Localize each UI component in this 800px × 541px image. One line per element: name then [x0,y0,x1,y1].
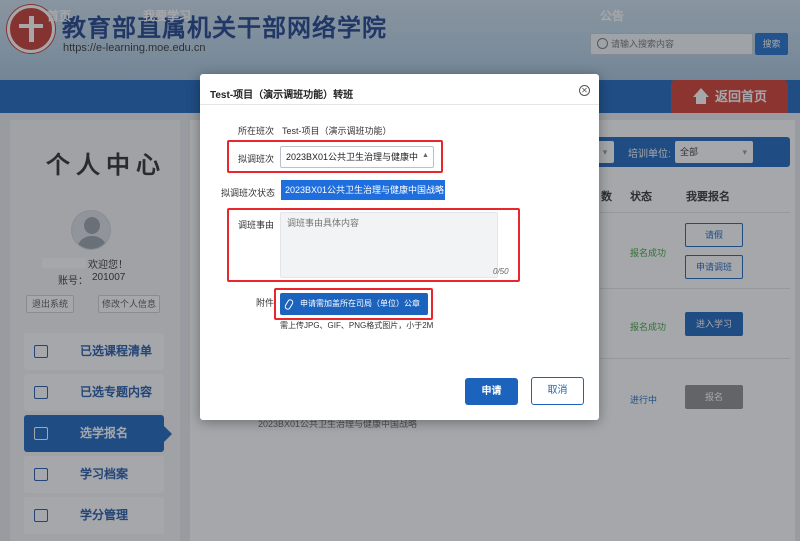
attachment-label: 附件 [256,298,275,308]
dialog-title: Test-项目（演示调班功能）转班 [210,90,354,101]
page: 教育部直属机关干部网络学院 https://e-learning.moe.edu… [0,0,800,541]
current-class-value: Test-项目（演示调班功能） [282,126,392,136]
upload-hint: 需上传JPG、GIF、PNG格式图片，小于2M [280,321,434,330]
submit-button[interactable]: 申请 [465,378,518,405]
highlight-box-reason [227,208,520,282]
current-class-label: 所在班次 [238,126,275,136]
close-icon[interactable]: ✕ [579,85,590,96]
dialog-divider [200,104,599,105]
target-status-label: 拟调班次状态 [221,188,276,198]
dropdown-option-2023bx01[interactable]: 2023BX01公共卫生治理与健康中国战略 [281,180,445,200]
highlight-box-target-class [227,140,443,173]
highlight-box-upload [274,288,433,320]
cancel-button[interactable]: 取消 [531,377,584,405]
